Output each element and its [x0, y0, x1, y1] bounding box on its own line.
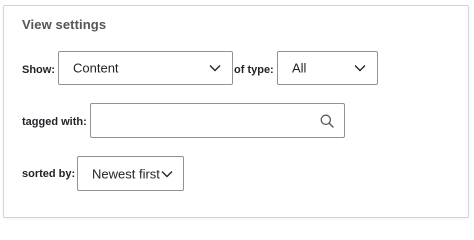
chevron-down-icon [354, 65, 366, 72]
search-icon [320, 114, 334, 128]
show-select-value: Content [73, 60, 119, 76]
chevron-down-icon [161, 170, 173, 177]
sorted-label: sorted by: [22, 168, 76, 180]
sort-select-value: Newest first [92, 166, 160, 181]
chevron-down-icon [209, 65, 221, 72]
view-settings-panel: View settings Show: Content of type: All… [3, 5, 469, 218]
tagged-label: tagged with: [22, 116, 87, 128]
show-label: Show: [22, 64, 55, 76]
panel-title: View settings [22, 17, 107, 32]
tagged-search-input[interactable] [90, 103, 345, 138]
type-select[interactable]: All [277, 51, 378, 85]
type-label: of type: [234, 64, 274, 76]
type-select-value: All [292, 60, 307, 76]
show-select[interactable]: Content [58, 51, 233, 85]
sort-select[interactable]: Newest first [77, 156, 184, 191]
